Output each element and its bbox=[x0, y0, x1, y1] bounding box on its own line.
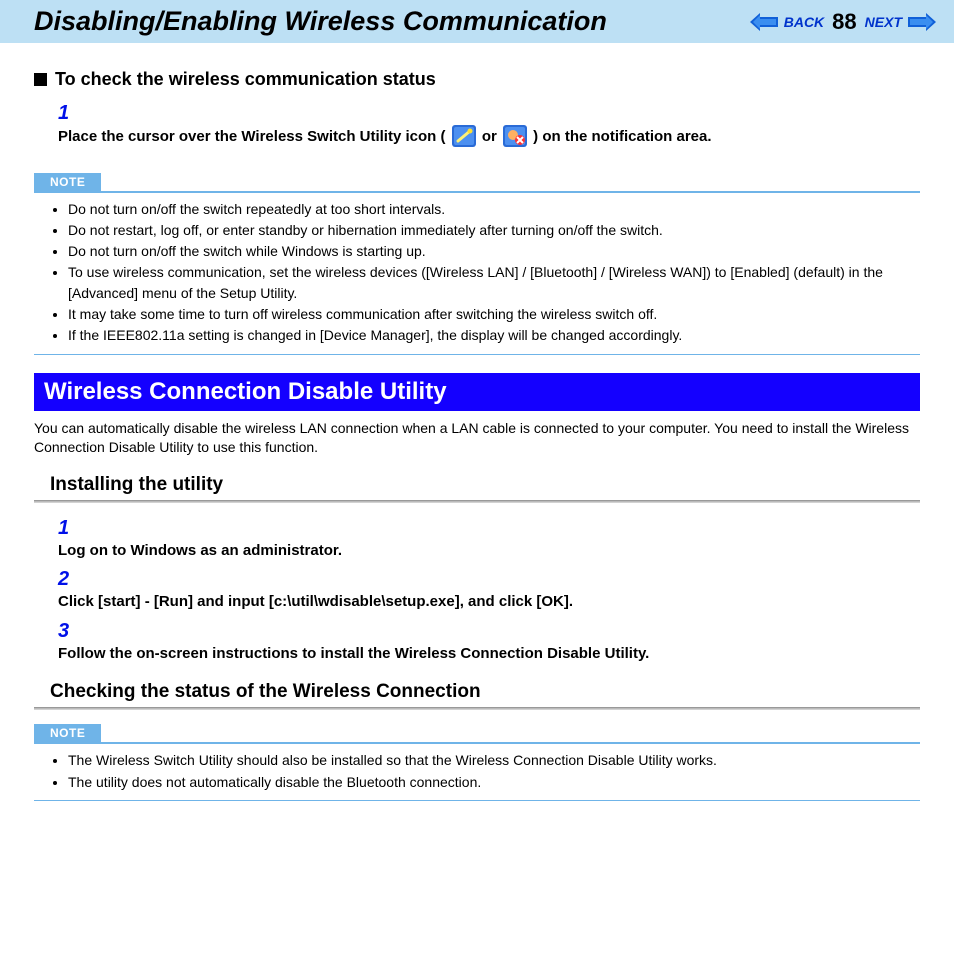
section-heading-text: To check the wireless communication stat… bbox=[55, 69, 436, 89]
subheading-divider bbox=[34, 707, 920, 710]
note-item: The utility does not automatically disab… bbox=[68, 772, 920, 792]
note-item: To use wireless communication, set the w… bbox=[68, 262, 920, 303]
step-number: 1 bbox=[58, 517, 86, 540]
step-text-mid: or bbox=[482, 128, 501, 145]
bullet-square-icon bbox=[34, 73, 47, 86]
step-number: 1 bbox=[58, 102, 86, 125]
note-list-2: The Wireless Switch Utility should also … bbox=[34, 750, 920, 792]
note-label: NOTE bbox=[34, 173, 101, 191]
step-text: Follow the on-screen instructions to ins… bbox=[58, 643, 888, 666]
subheading-installing: Installing the utility bbox=[50, 474, 920, 496]
note-item: Do not restart, log off, or enter standb… bbox=[68, 220, 920, 240]
wireless-off-icon bbox=[503, 125, 527, 155]
step-row: 1 Log on to Windows as an administrator. bbox=[58, 517, 920, 563]
step-text-post: ) on the notification area. bbox=[533, 128, 711, 145]
step-number: 2 bbox=[58, 568, 86, 591]
note-divider-bottom bbox=[34, 354, 920, 355]
page-title: Disabling/Enabling Wireless Communicatio… bbox=[34, 6, 607, 37]
step-text-pre: Place the cursor over the Wireless Switc… bbox=[58, 128, 445, 145]
intro-paragraph: You can automatically disable the wirele… bbox=[34, 419, 920, 458]
section-heading-check-status: To check the wireless communication stat… bbox=[34, 69, 920, 90]
note-divider-bottom bbox=[34, 800, 920, 801]
note-item: If the IEEE802.11a setting is changed in… bbox=[68, 325, 920, 345]
subheading-checking: Checking the status of the Wireless Conn… bbox=[50, 681, 920, 703]
note-header: NOTE bbox=[34, 173, 920, 191]
page-header: Disabling/Enabling Wireless Communicatio… bbox=[0, 0, 954, 43]
page-number: 88 bbox=[832, 9, 856, 35]
next-link[interactable]: NEXT bbox=[865, 14, 902, 30]
note-list-1: Do not turn on/off the switch repeatedly… bbox=[34, 199, 920, 346]
note-item: Do not turn on/off the switch while Wind… bbox=[68, 241, 920, 261]
note-divider-top bbox=[34, 742, 920, 744]
step-row: 2 Click [start] - [Run] and input [c:\ut… bbox=[58, 568, 920, 614]
note-item: The Wireless Switch Utility should also … bbox=[68, 750, 920, 770]
content-area: To check the wireless communication stat… bbox=[0, 43, 954, 833]
step-row: 1 Place the cursor over the Wireless Swi… bbox=[58, 102, 920, 155]
back-arrow-icon[interactable] bbox=[750, 13, 778, 31]
next-arrow-icon[interactable] bbox=[908, 13, 936, 31]
note-item: It may take some time to turn off wirele… bbox=[68, 304, 920, 324]
step-text: Place the cursor over the Wireless Switc… bbox=[58, 125, 888, 155]
step-text: Click [start] - [Run] and input [c:\util… bbox=[58, 591, 888, 614]
wireless-on-icon bbox=[452, 125, 476, 155]
step-number: 3 bbox=[58, 620, 86, 643]
note-label: NOTE bbox=[34, 724, 101, 742]
step-text: Log on to Windows as an administrator. bbox=[58, 540, 888, 563]
note-item: Do not turn on/off the switch repeatedly… bbox=[68, 199, 920, 219]
nav-cluster: BACK 88 NEXT bbox=[750, 9, 936, 35]
step-row: 3 Follow the on-screen instructions to i… bbox=[58, 620, 920, 666]
section-bar-disable-utility: Wireless Connection Disable Utility bbox=[34, 373, 920, 411]
subheading-divider bbox=[34, 500, 920, 503]
back-link[interactable]: BACK bbox=[784, 14, 824, 30]
note-divider-top bbox=[34, 191, 920, 193]
note-header: NOTE bbox=[34, 724, 920, 742]
